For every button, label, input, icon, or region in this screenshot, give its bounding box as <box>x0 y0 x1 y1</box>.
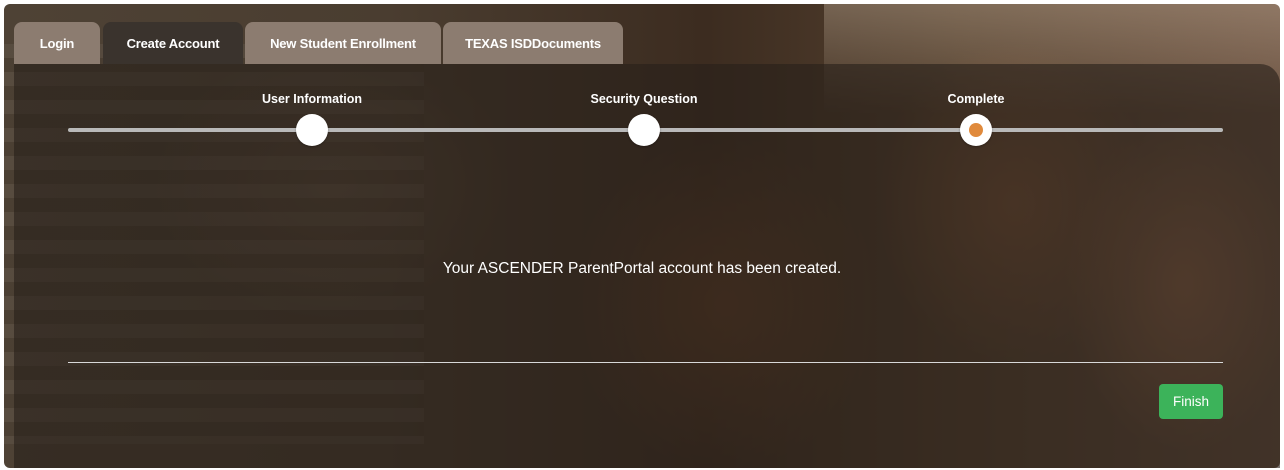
step-label-user-information: User Information <box>261 92 363 106</box>
current-step-indicator <box>969 123 983 137</box>
step-marker-user-information <box>296 114 328 146</box>
divider <box>68 362 1223 363</box>
step-marker-complete <box>960 114 992 146</box>
tab-new-student-enrollment[interactable]: New Student Enrollment <box>245 22 441 64</box>
tab-login[interactable]: Login <box>14 22 100 64</box>
step-label-complete: Complete <box>947 92 1005 106</box>
tab-texas-isd-documents[interactable]: TEXAS ISDDocuments <box>443 22 623 64</box>
finish-button[interactable]: Finish <box>1159 384 1223 419</box>
tab-create-account[interactable]: Create Account <box>103 22 243 64</box>
step-marker-security-question <box>628 114 660 146</box>
step-label-security-question: Security Question <box>590 92 698 106</box>
success-message: Your ASCENDER ParentPortal account has b… <box>442 260 842 277</box>
